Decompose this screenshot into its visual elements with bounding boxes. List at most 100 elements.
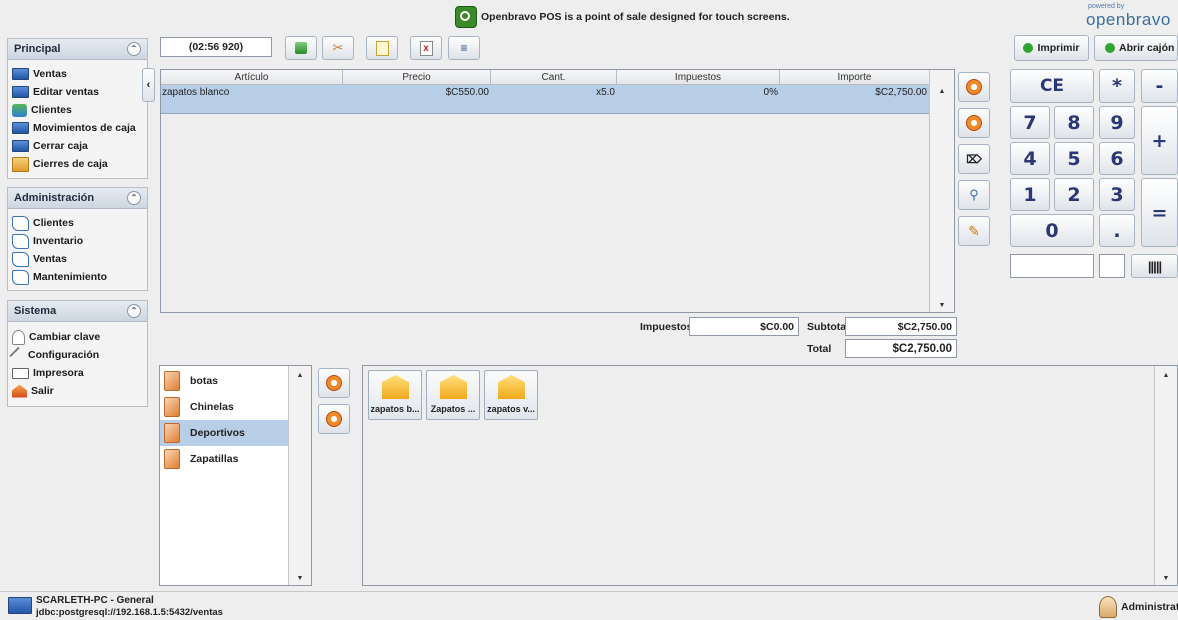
category-item-deportivos[interactable]: Deportivos [160,420,288,446]
key-3[interactable]: 3 [1099,178,1135,211]
status-bar: SCARLETH-PC - General jdbc:postgresql://… [0,591,1178,620]
scroll-down-icon[interactable]: ▼ [930,298,954,312]
category-item-zapatillas[interactable]: Zapatillas [160,446,288,472]
key-dot[interactable]: . [1099,214,1135,247]
print-button[interactable]: Imprimir [1014,35,1089,61]
product-button[interactable]: zapatos b... [368,370,422,420]
nav-admin-mantenimiento[interactable]: Mantenimiento [8,268,147,286]
product-button[interactable]: Zapatos ... [426,370,480,420]
nav-movimientos-caja[interactable]: Movimientos de caja [8,119,147,137]
panel-administracion-header[interactable]: Administración ⌃ [8,188,147,209]
key-0[interactable]: 0 [1010,214,1094,247]
key-4[interactable]: 4 [1010,142,1050,175]
category-label: botas [190,375,219,387]
nav-cambiar-clave[interactable]: Cambiar clave [8,328,147,346]
product-button[interactable]: zapatos v... [484,370,538,420]
panel-sistema-header[interactable]: Sistema ⌃ [8,301,147,322]
key-5-label: 5 [1067,147,1081,170]
column-header-impuestos[interactable]: Impuestos [617,70,780,84]
delete-ticket-button[interactable]: ✂ [322,36,354,60]
cell-precio: $C550.00 [445,87,489,98]
nav-clientes[interactable]: Clientes [8,101,147,119]
scroll-up-icon[interactable]: ▲ [930,84,954,98]
product-scrollbar[interactable]: ▲ ▼ [1154,366,1177,585]
collapse-icon[interactable]: ⌃ [127,191,141,205]
panel-principal-header[interactable]: Principal ⌃ [8,39,147,60]
key-8[interactable]: 8 [1054,106,1094,139]
sidebar-toggle-button[interactable]: ‹ [142,68,155,102]
scroll-down-icon[interactable]: ▼ [289,571,311,585]
category-item-botas[interactable]: botas [160,368,288,394]
category-icon [164,371,180,391]
quantity-input[interactable] [1099,254,1125,278]
search-product-button[interactable]: ⚲ [958,180,990,210]
table-row[interactable]: zapatos blanco $C550.00 x5.0 0% $C2,750.… [161,85,929,114]
new-ticket-button[interactable] [285,36,317,60]
key-2[interactable]: 2 [1054,178,1094,211]
nav-admin-inventario[interactable]: Inventario [8,232,147,250]
category-up-button[interactable] [318,368,350,398]
key-6[interactable]: 6 [1099,142,1135,175]
monitor-icon [12,68,29,80]
nav-configuracion[interactable]: Configuración [8,346,147,364]
key-equals[interactable]: = [1141,178,1178,247]
list-tickets-button[interactable]: ≡ [448,36,480,60]
key-ce[interactable]: CE [1010,69,1094,103]
panel-administracion: Administración ⌃ Clientes Inventario Ven… [7,187,148,291]
column-header-importe[interactable]: Importe [780,70,929,84]
panel-principal-title: Principal [14,43,61,55]
scroll-up-icon[interactable]: ▲ [289,368,311,382]
table-header: Artículo Precio Cant. Impuestos Importe [161,70,929,85]
subtotal-value: $C2,750.00 [897,320,952,333]
nav-editar-ventas[interactable]: Editar ventas [8,83,147,101]
line-up-button[interactable] [958,72,990,102]
nav-admin-clientes[interactable]: Clientes [8,214,147,232]
collapse-icon[interactable]: ⌃ [127,304,141,318]
nav-salir[interactable]: Salir [8,382,147,400]
nav-cerrar-caja[interactable]: Cerrar caja [8,137,147,155]
nav-admin-ventas[interactable]: Ventas [8,250,147,268]
nav-impresora[interactable]: Impresora [8,364,147,382]
key-7-label: 7 [1023,111,1037,134]
delete-line-button[interactable]: ⌦ [958,144,990,174]
key-plus-label: + [1151,129,1168,152]
column-header-articulo[interactable]: Artículo [161,70,343,84]
category-scrollbar[interactable]: ▲ ▼ [288,366,311,585]
nav-cierres-caja[interactable]: Cierres de caja [8,155,147,173]
remove-ticket-button[interactable]: x [410,36,442,60]
book-icon [12,251,29,267]
line-down-button[interactable] [958,108,990,138]
barcode-button[interactable]: ||||| [1131,254,1178,278]
list-icon: ≡ [460,41,468,55]
edit-line-button[interactable]: ✎ [958,216,990,246]
key-1[interactable]: 1 [1010,178,1050,211]
key-plus[interactable]: + [1141,106,1178,175]
edit-ticket-button[interactable] [366,36,398,60]
header-banner: Openbravo POS is a point of sale designe… [0,0,1178,32]
nav-label: Configuración [28,349,100,361]
status-dot-icon [1023,43,1034,53]
scroll-down-icon[interactable]: ▼ [1155,571,1177,585]
category-icon [164,423,180,443]
circle-up-icon [966,79,982,95]
key-9[interactable]: 9 [1099,106,1135,139]
column-header-precio[interactable]: Precio [343,70,491,84]
open-drawer-button[interactable]: Abrir cajón [1094,35,1178,61]
category-item-chinelas[interactable]: Chinelas [160,394,288,420]
nav-label: Ventas [33,68,67,80]
key-9-label: 9 [1110,111,1124,134]
category-down-button[interactable] [318,404,350,434]
key-7[interactable]: 7 [1010,106,1050,139]
key-multiply[interactable]: * [1099,69,1135,103]
table-scrollbar[interactable]: ▲ ▼ [929,70,954,312]
scroll-up-icon[interactable]: ▲ [1155,368,1177,382]
open-drawer-label: Abrir cajón [1119,42,1175,54]
column-header-cant[interactable]: Cant. [491,70,617,84]
barcode-input[interactable] [1010,254,1094,278]
key-minus[interactable]: - [1141,69,1178,103]
pencil-icon: ✎ [968,222,980,239]
collapse-icon[interactable]: ⌃ [127,42,141,56]
user-name: Administrat [1121,601,1178,613]
key-5[interactable]: 5 [1054,142,1094,175]
nav-ventas[interactable]: Ventas [8,65,147,83]
